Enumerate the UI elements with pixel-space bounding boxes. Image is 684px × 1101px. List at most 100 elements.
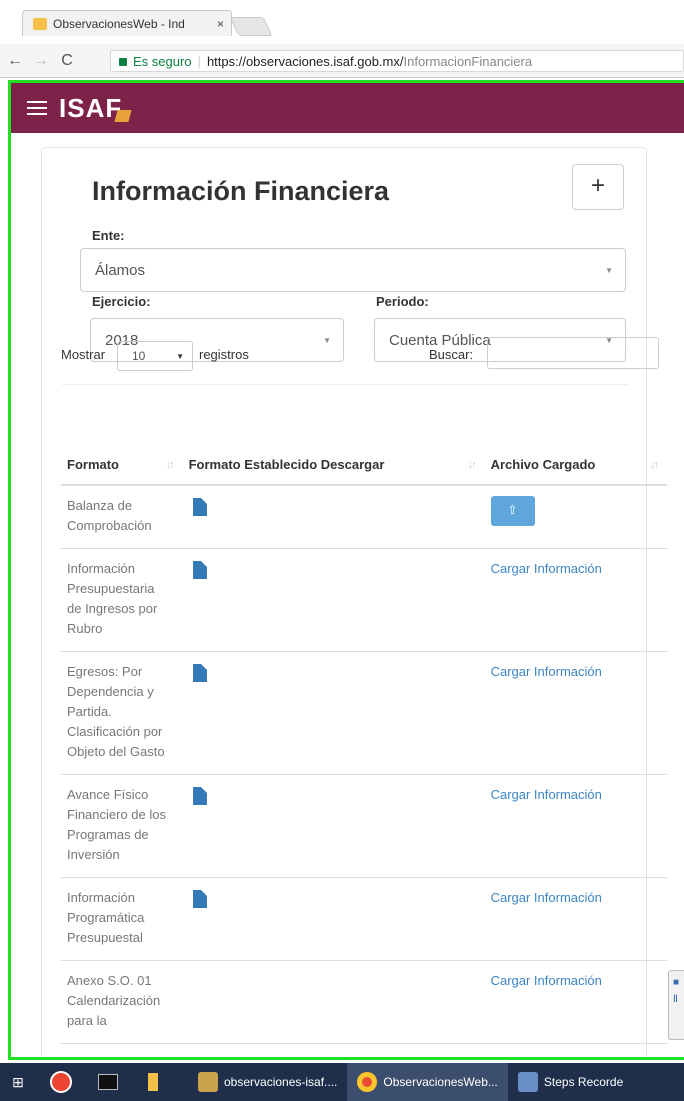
sort-icon: ↓↑ xyxy=(650,459,659,471)
folder-icon[interactable] xyxy=(148,1073,158,1091)
formats-table: Formato ↓↑ Formato Establecido Descargar ↓… xyxy=(61,449,667,1044)
formato-cell: Balanza de Comprobación xyxy=(61,485,183,549)
file-download-icon[interactable] xyxy=(192,498,207,516)
archivo-cell: Cargar Información xyxy=(484,960,667,1044)
template-cell xyxy=(182,651,485,775)
hamburger-menu-icon[interactable] xyxy=(27,97,47,119)
table-controls: Mostrar 10 ▼ registros Buscar: xyxy=(31,337,659,371)
chevron-down-icon: ▼ xyxy=(176,352,184,361)
tab-title: ObservacionesWeb - Ind xyxy=(53,16,185,31)
cargar-informacion-link[interactable]: Cargar Información xyxy=(491,787,602,802)
chevron-down-icon: ▼ xyxy=(605,266,613,275)
browser-tabstrip: ObservacionesWeb - Ind × xyxy=(0,0,684,44)
ente-label: Ente: xyxy=(92,228,125,243)
chrome-icon xyxy=(357,1072,378,1092)
secure-label: Es seguro xyxy=(133,53,192,69)
terminal-icon[interactable] xyxy=(98,1074,118,1090)
app-circle-icon[interactable] xyxy=(50,1071,72,1093)
archivo-cell: Cargar Información xyxy=(484,774,667,878)
folder-favicon-icon xyxy=(33,17,47,30)
browser-tab[interactable]: ObservacionesWeb - Ind × xyxy=(22,10,232,36)
show-label: Mostrar xyxy=(61,347,106,362)
upload-icon: ⇧ xyxy=(507,503,518,517)
column-label: Formato xyxy=(67,457,119,472)
cargar-informacion-link[interactable]: Cargar Información xyxy=(491,561,602,576)
forward-arrow-icon[interactable]: → xyxy=(30,52,52,70)
table-header-row: Formato ↓↑ Formato Establecido Descargar ↓… xyxy=(61,449,667,486)
template-cell xyxy=(182,774,485,878)
project-icon xyxy=(198,1072,218,1092)
archivo-cell: ⇧ xyxy=(484,485,667,549)
file-download-icon[interactable] xyxy=(192,664,207,682)
file-download-icon[interactable] xyxy=(192,787,207,805)
search-input[interactable] xyxy=(487,337,659,369)
add-button[interactable]: + xyxy=(572,164,624,210)
template-cell xyxy=(182,960,485,1044)
file-download-icon[interactable] xyxy=(192,561,207,579)
record-icon[interactable]: ■ xyxy=(673,977,684,988)
taskbar-item-observaciones-isaf[interactable]: observaciones-isaf.... xyxy=(188,1063,347,1101)
column-label: Archivo Cargado xyxy=(490,457,596,472)
sort-icon: ↓↑ xyxy=(165,459,175,471)
taskbar-item-steps-recorder[interactable]: Steps Recorde xyxy=(508,1063,633,1101)
ente-select[interactable]: Álamos ▼ xyxy=(80,248,626,292)
separator: | xyxy=(197,53,201,69)
file-download-icon[interactable] xyxy=(192,890,207,908)
isaf-logo[interactable]: ISAF xyxy=(59,92,132,124)
windows-start-icon[interactable]: ⊞ xyxy=(0,1074,36,1091)
periodo-label: Periodo: xyxy=(376,294,429,309)
cargar-informacion-link[interactable]: Cargar Información xyxy=(491,664,602,679)
lock-icon xyxy=(119,58,127,66)
ente-value: Álamos xyxy=(95,261,146,279)
table-row: Egresos: Por Dependencia y Partida. Clas… xyxy=(61,651,667,775)
upload-button[interactable]: ⇧ xyxy=(490,496,535,526)
search-label: Buscar: xyxy=(429,347,474,362)
taskbar-item-label: observaciones-isaf.... xyxy=(224,1075,338,1089)
column-header-formato[interactable]: Formato ↓↑ xyxy=(61,449,183,486)
page-length-value: 10 xyxy=(132,349,146,363)
ejercicio-label: Ejercicio: xyxy=(92,294,151,309)
logo-mark-icon xyxy=(114,109,132,122)
template-cell xyxy=(182,485,485,549)
formato-cell: Anexo S.O. 01 Calendarización para la xyxy=(61,960,183,1044)
windows-taskbar: ⊞ observaciones-isaf.... ObservacionesWe… xyxy=(0,1063,684,1101)
archivo-cell: Cargar Información xyxy=(484,548,667,652)
back-arrow-icon[interactable]: ← xyxy=(4,52,26,70)
url-path: InformacionFinanciera xyxy=(403,53,533,69)
taskbar-item-chrome[interactable]: ObservacionesWeb... xyxy=(347,1063,508,1101)
steps-recorder-icon xyxy=(517,1072,538,1092)
page-length-select[interactable]: 10 ▼ xyxy=(117,341,193,371)
new-tab-button[interactable] xyxy=(229,17,273,36)
template-cell xyxy=(182,877,485,961)
table-row: Información Programática Presupuestal Ca… xyxy=(61,877,667,961)
web-page: ISAF Información Financiera + Ente: Álam… xyxy=(8,80,684,1060)
column-header-archivo-cargado[interactable]: Archivo Cargado ↓↑ xyxy=(484,449,667,486)
sort-icon: ↓↑ xyxy=(467,459,477,471)
browser-toolbar: ← → C Es seguro | https://observaciones.… xyxy=(0,44,684,78)
table-row: Balanza de Comprobación ⇧ xyxy=(61,485,667,549)
template-cell xyxy=(182,548,485,652)
records-label: registros xyxy=(199,347,249,362)
top-navbar: ISAF xyxy=(11,83,684,133)
reload-icon[interactable]: C xyxy=(56,52,78,70)
cargar-informacion-link[interactable]: Cargar Información xyxy=(491,890,602,905)
taskbar-item-label: Steps Recorde xyxy=(543,1075,624,1089)
table-row: Información Presupuestaria de Ingresos p… xyxy=(61,548,667,652)
table-row: Anexo S.O. 01 Calendarización para la Ca… xyxy=(61,960,667,1044)
pause-icon[interactable]: Ⅱ xyxy=(673,994,684,1005)
close-tab-icon[interactable]: × xyxy=(217,17,224,31)
address-bar[interactable]: Es seguro | https://observaciones.isaf.g… xyxy=(110,50,684,72)
archivo-cell: Cargar Información xyxy=(484,877,667,961)
formato-cell: Avance Físico Financiero de los Programa… xyxy=(61,774,183,878)
column-label: Formato Establecido Descargar xyxy=(188,457,385,472)
url-host: https://observaciones.isaf.gob.mx/ xyxy=(206,53,404,69)
steps-recorder-widget[interactable]: ■ Ⅱ xyxy=(668,970,684,1040)
formato-cell: Egresos: Por Dependencia y Partida. Clas… xyxy=(61,651,183,775)
formato-cell: Información Presupuestaria de Ingresos p… xyxy=(61,548,183,652)
cargar-informacion-link[interactable]: Cargar Información xyxy=(491,973,602,988)
column-header-formato-establecido[interactable]: Formato Establecido Descargar ↓↑ xyxy=(182,449,485,486)
brand-text: ISAF xyxy=(59,92,123,123)
page-title: Información Financiera xyxy=(92,176,390,206)
divider xyxy=(62,384,628,385)
table-row: Avance Físico Financiero de los Programa… xyxy=(61,774,667,878)
